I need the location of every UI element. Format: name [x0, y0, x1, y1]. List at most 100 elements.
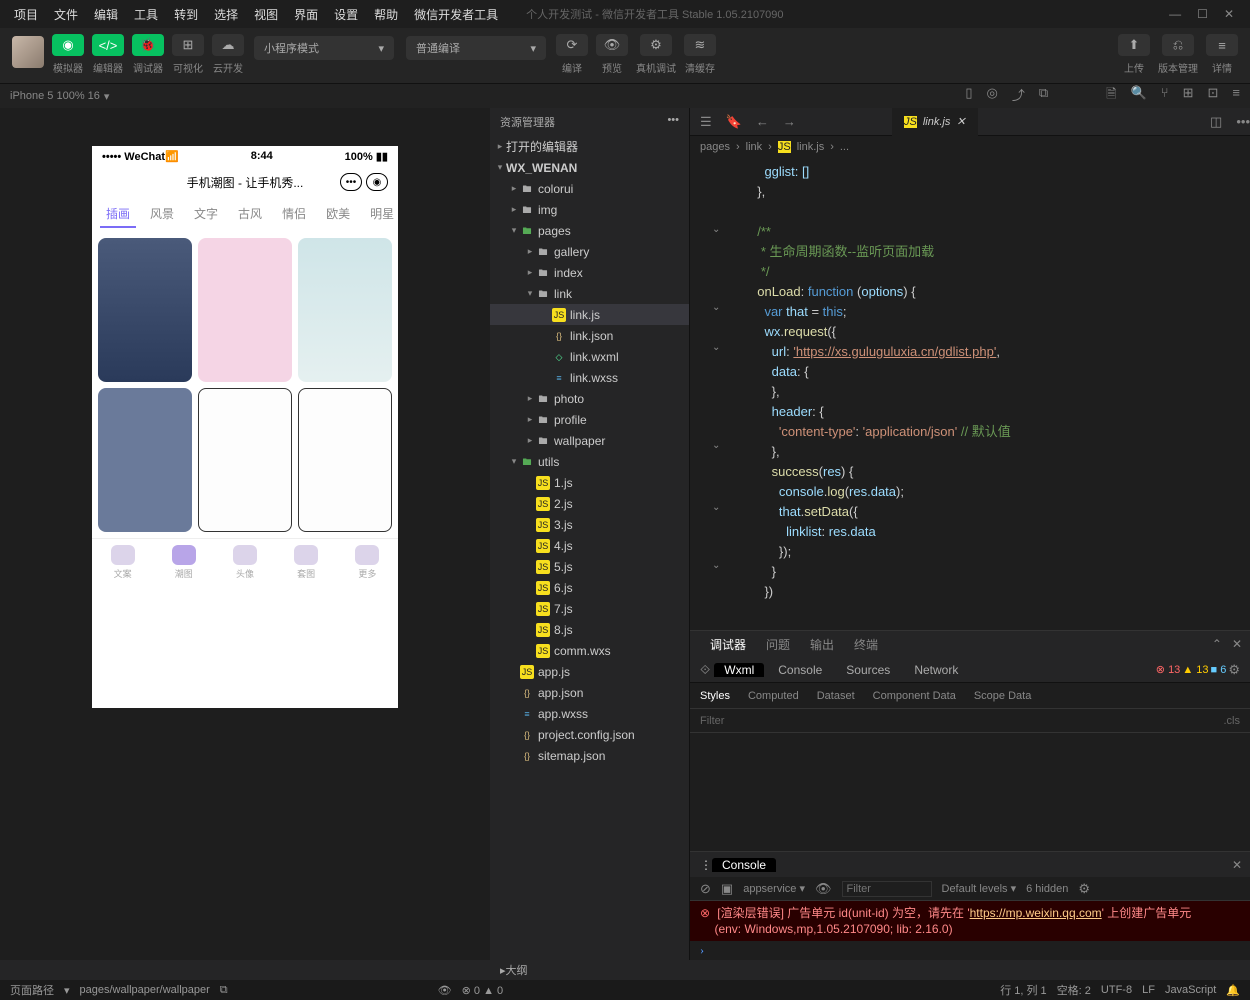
debug-tab[interactable]: 终端 [854, 636, 878, 653]
phone-tab[interactable]: 情侣 [276, 201, 312, 228]
inspector-tab[interactable]: Network [904, 663, 968, 677]
record-icon[interactable]: ◎ [986, 85, 997, 107]
gear-icon[interactable]: ⚙ [1078, 881, 1090, 897]
clear-button[interactable]: ≋清缓存 [684, 34, 716, 75]
tree-file[interactable]: JSapp.js [490, 661, 689, 682]
warn-badge[interactable]: ▲ 13 [1182, 664, 1208, 676]
code-editor[interactable]: ⌄ ⌄ ⌄ ⌄ ⌄ ⌄ gglist: [] }, /** * 生命周期函数--… [690, 158, 1250, 630]
avatar[interactable] [12, 36, 44, 68]
menu-pill-icon[interactable]: ••• [340, 173, 362, 191]
remote-button[interactable]: ⚙真机调试 [636, 34, 676, 75]
tree-folder[interactable]: ▸🖿img [490, 199, 689, 220]
tree-file[interactable]: JS5.js [490, 556, 689, 577]
nav-item[interactable]: 套图 [294, 545, 318, 580]
version-button[interactable]: ⎌版本管理 [1158, 34, 1198, 75]
tree-file[interactable]: {}project.config.json [490, 724, 689, 745]
tree-folder[interactable]: ▸🖿index [490, 262, 689, 283]
close-icon[interactable]: ✕ [1232, 637, 1242, 651]
nav-item[interactable]: 文案 [111, 545, 135, 580]
debug-tab[interactable]: 输出 [810, 636, 834, 653]
spaces-config[interactable]: 空格: 2 [1057, 982, 1091, 998]
wallpaper-card[interactable] [198, 388, 292, 532]
wallpaper-card[interactable] [298, 238, 392, 382]
upload-button[interactable]: ⬆上传 [1118, 34, 1150, 75]
clear-icon[interactable]: ⊘ [700, 881, 711, 897]
debug-tab[interactable]: 问题 [766, 636, 790, 653]
wallpaper-card[interactable] [98, 388, 192, 532]
hidden-count[interactable]: 6 hidden [1026, 883, 1068, 895]
menu-tool[interactable]: 工具 [126, 6, 166, 23]
menu-file[interactable]: 文件 [46, 6, 86, 23]
ext-icon[interactable]: ⊡ [1208, 85, 1219, 107]
window-minimize-icon[interactable]: — [1169, 7, 1181, 21]
tree-file[interactable]: {}sitemap.json [490, 745, 689, 766]
grid-icon[interactable]: ⊞ [1183, 85, 1194, 107]
tree-file[interactable]: {}link.json [490, 325, 689, 346]
cloud-button[interactable]: ☁云开发 [212, 34, 244, 75]
inspector-tab[interactable]: Wxml [714, 663, 764, 677]
tree-folder[interactable]: ▸🖿profile [490, 409, 689, 430]
phone-tab[interactable]: 欧美 [320, 201, 356, 228]
gear-icon[interactable]: ⚙ [1228, 662, 1240, 678]
visual-button[interactable]: ⊞可视化 [172, 34, 204, 75]
tree-folder[interactable]: ▾🖿utils [490, 451, 689, 472]
levels-dropdown[interactable]: Default levels ▾ [942, 882, 1017, 895]
mode-dropdown[interactable]: 小程序模式▾ [254, 36, 394, 60]
tree-file[interactable]: JScomm.wxs [490, 640, 689, 661]
menu-help[interactable]: 帮助 [366, 6, 406, 23]
language-mode[interactable]: JavaScript [1165, 984, 1216, 996]
wallpaper-card[interactable] [198, 238, 292, 382]
nav-item[interactable]: 更多 [355, 545, 379, 580]
dot-icon[interactable]: ⋮ [700, 858, 712, 872]
wallpaper-card[interactable] [98, 238, 192, 382]
list-icon[interactable]: ☰ [700, 114, 712, 130]
phone-tab[interactable]: 风景 [144, 201, 180, 228]
detail-button[interactable]: ≡详情 [1206, 34, 1238, 75]
errors-count[interactable]: ⊗ 0 ▲ 0 [462, 984, 504, 997]
tree-folder[interactable]: ▸🖿colorui [490, 178, 689, 199]
compile-button[interactable]: ⟳编译 [556, 34, 588, 75]
tree-folder[interactable]: ▸🖿wallpaper [490, 430, 689, 451]
preview-button[interactable]: 👁预览 [596, 34, 628, 75]
styles-tab[interactable]: Computed [748, 690, 799, 702]
eye-icon[interactable]: 👁 [438, 984, 452, 997]
branch-icon[interactable]: ⑂ [1161, 85, 1169, 107]
tree-file[interactable]: JS7.js [490, 598, 689, 619]
tree-file[interactable]: JS4.js [490, 535, 689, 556]
editor-button[interactable]: </>编辑器 [92, 34, 124, 75]
phone-tab[interactable]: 插画 [100, 201, 136, 228]
search-icon[interactable]: 🔍 [1131, 85, 1147, 107]
compile-dropdown[interactable]: 普通编译▾ [406, 36, 546, 60]
tree-file[interactable]: JS8.js [490, 619, 689, 640]
tree-file[interactable]: JS6.js [490, 577, 689, 598]
phone-tab[interactable]: 古风 [232, 201, 268, 228]
tree-file[interactable]: JS1.js [490, 472, 689, 493]
menu-view[interactable]: 视图 [246, 6, 286, 23]
debug-tab[interactable]: 调试器 [710, 636, 746, 653]
menu-devtools[interactable]: 微信开发者工具 [406, 6, 506, 23]
tree-file[interactable]: ≡app.wxss [490, 703, 689, 724]
tree-folder[interactable]: ▸🖿gallery [490, 241, 689, 262]
eol[interactable]: LF [1142, 984, 1155, 996]
console-filter-input[interactable] [842, 881, 932, 897]
console-tab[interactable]: Console [712, 858, 776, 872]
styles-tab[interactable]: Component Data [873, 690, 956, 702]
styles-tab[interactable]: Dataset [817, 690, 855, 702]
nav-item[interactable]: 潮图 [172, 545, 196, 580]
window-close-icon[interactable]: ✕ [1224, 7, 1234, 21]
outline-panel[interactable]: ▸ 大纲 [0, 960, 1250, 980]
close-pill-icon[interactable]: ◉ [366, 173, 388, 191]
menu-settings[interactable]: 设置 [326, 6, 366, 23]
nav-item[interactable]: 头像 [233, 545, 257, 580]
bell-icon[interactable]: 🔔 [1226, 984, 1240, 997]
menu-goto[interactable]: 转到 [166, 6, 206, 23]
top-icon[interactable]: ▣ [721, 881, 733, 897]
close-icon[interactable]: ✕ [1232, 858, 1250, 872]
tree-file[interactable]: JS3.js [490, 514, 689, 535]
device-label[interactable]: iPhone 5 100% 16 [10, 90, 100, 102]
eye-icon[interactable]: 👁 [815, 881, 832, 897]
menu-select[interactable]: 选择 [206, 6, 246, 23]
menu-edit[interactable]: 编辑 [86, 6, 126, 23]
error-link[interactable]: https://mp.weixin.qq.com [970, 906, 1102, 920]
simulator-button[interactable]: ◉模拟器 [52, 34, 84, 75]
